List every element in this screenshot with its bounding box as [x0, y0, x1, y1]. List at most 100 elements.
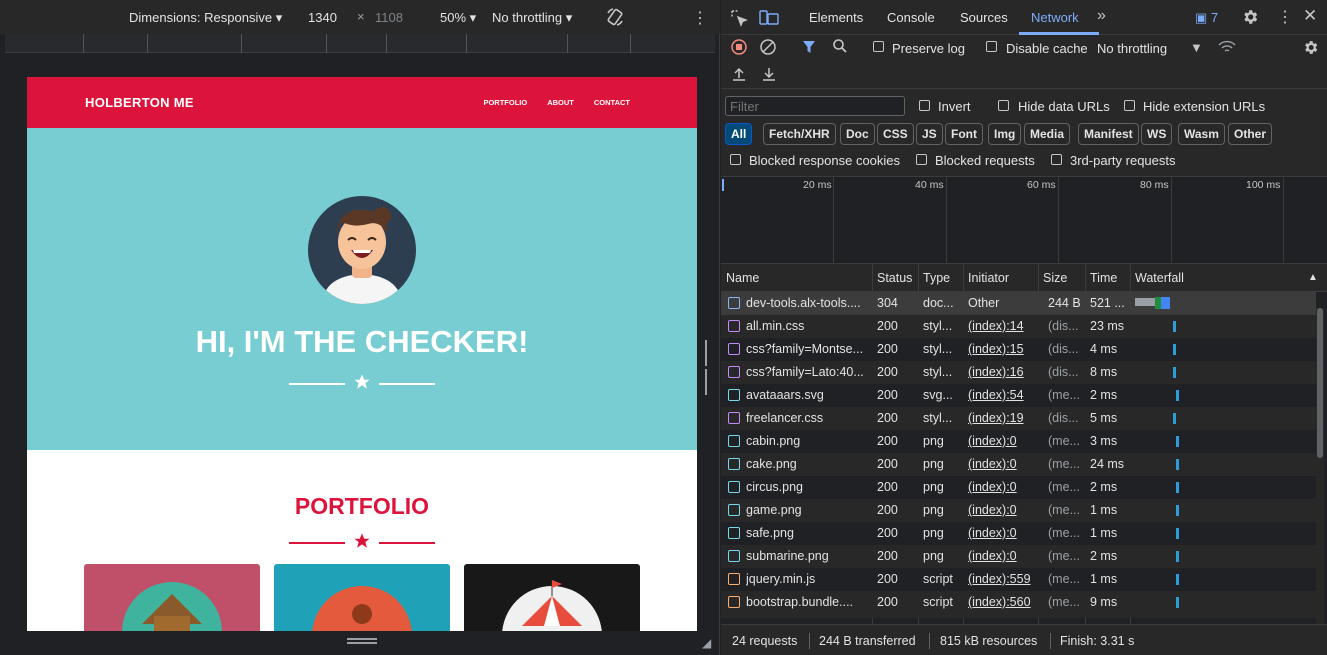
request-row[interactable]: jquery.min.js 200 script (index):559 (me... 1… — [721, 568, 1316, 591]
nav-link-portfolio[interactable]: PORTFOLIO — [483, 98, 527, 107]
column-header-name[interactable]: Name — [726, 271, 759, 285]
network-settings-icon[interactable] — [1302, 39, 1319, 59]
request-row[interactable]: cabin.png 200 png (index):0 (me... 3 ms — [721, 430, 1316, 453]
request-initiator[interactable]: (index):0 — [968, 549, 1036, 563]
request-row[interactable]: circus.png 200 png (index):0 (me... 2 ms — [721, 476, 1316, 499]
clear-icon[interactable] — [760, 39, 776, 58]
network-throttling-dropdown[interactable]: No throttling — [1097, 41, 1167, 56]
filter-chip-fetch-xhr[interactable]: Fetch/XHR — [763, 123, 836, 145]
portfolio-item-circus[interactable] — [464, 564, 640, 631]
filter-chip-media[interactable]: Media — [1024, 123, 1071, 145]
request-row[interactable]: cake.png 200 png (index):0 (me... 24 ms — [721, 453, 1316, 476]
tab-sources[interactable]: Sources — [960, 10, 1008, 25]
request-initiator[interactable]: (index):560 — [968, 595, 1036, 609]
filter-icon[interactable] — [802, 39, 816, 58]
preserve-log-checkbox[interactable] — [873, 41, 884, 52]
column-header-type[interactable]: Type — [923, 271, 950, 285]
more-options-icon[interactable]: ⋮ — [692, 8, 708, 28]
nav-link-about[interactable]: ABOUT — [547, 98, 574, 107]
width-input[interactable]: 1340 — [308, 10, 337, 25]
tab-console[interactable]: Console — [887, 10, 935, 25]
more-tabs-icon[interactable]: » — [1097, 7, 1106, 25]
table-scrollbar[interactable] — [1316, 308, 1324, 624]
request-row[interactable]: dev-tools.alx-tools.... 304 doc... Other 244… — [721, 292, 1316, 315]
record-stop-icon[interactable] — [731, 39, 747, 58]
request-row[interactable]: safe.png 200 png (index):0 (me... 1 ms — [721, 522, 1316, 545]
request-initiator[interactable]: (index):15 — [968, 342, 1036, 356]
request-initiator[interactable]: (index):14 — [968, 319, 1036, 333]
filter-chip-font[interactable]: Font — [945, 123, 983, 145]
filter-chip-other[interactable]: Other — [1228, 123, 1273, 145]
close-icon[interactable]: ✕ — [1303, 6, 1317, 26]
caret-down-icon[interactable]: ▼ — [1190, 40, 1203, 55]
filter-input[interactable] — [725, 96, 905, 116]
filter-chip-doc[interactable]: Doc — [840, 123, 875, 145]
blocked-requests-checkbox[interactable] — [916, 154, 927, 165]
request-row[interactable]: all.min.css 200 styl... (index):14 (dis... 23… — [721, 315, 1316, 338]
disable-cache-checkbox[interactable] — [986, 41, 997, 52]
filter-chip-all[interactable]: All — [725, 123, 753, 145]
zoom-dropdown[interactable]: 50% ▾ — [440, 10, 476, 26]
request-initiator[interactable]: (index):0 — [968, 526, 1036, 540]
request-status: 200 — [877, 480, 898, 494]
rotate-icon[interactable] — [605, 7, 625, 30]
blocked-response-cookies-checkbox[interactable] — [730, 154, 741, 165]
device-toggle-icon[interactable] — [759, 9, 779, 30]
network-overview-timeline[interactable]: 20 ms 40 ms 60 ms 80 ms 100 ms — [721, 177, 1327, 264]
devtools-menu-icon[interactable]: ⋮ — [1277, 7, 1293, 27]
request-row[interactable]: bootstrap.bundle.... 200 script (index):560… — [721, 591, 1316, 614]
request-initiator[interactable]: (index):0 — [968, 503, 1036, 517]
request-initiator[interactable]: (index):54 — [968, 388, 1036, 402]
network-conditions-icon[interactable] — [1217, 39, 1237, 58]
column-header-status[interactable]: Status — [877, 271, 912, 285]
request-row[interactable]: game.png 200 png (index):0 (me... 1 ms — [721, 499, 1316, 522]
throttling-dropdown[interactable]: No throttling ▾ — [492, 10, 572, 26]
site-brand[interactable]: HOLBERTON ME — [85, 95, 194, 110]
issues-button[interactable]: ▣ 7 — [1195, 10, 1218, 26]
resize-handle-right[interactable] — [705, 340, 711, 395]
request-initiator[interactable]: (index):0 — [968, 480, 1036, 494]
import-har-icon[interactable] — [731, 66, 747, 85]
hide-data-urls-checkbox[interactable] — [998, 100, 1009, 111]
request-row[interactable]: css?family=Montse... 200 styl... (index):15… — [721, 338, 1316, 361]
filter-chip-css[interactable]: CSS — [877, 123, 914, 145]
filter-chip-img[interactable]: Img — [988, 123, 1022, 145]
portfolio-item-cabin[interactable] — [84, 564, 260, 631]
inspect-element-icon[interactable] — [730, 9, 748, 30]
filter-chip-js[interactable]: JS — [916, 123, 943, 145]
request-initiator[interactable]: (index):559 — [968, 572, 1036, 586]
nav-link-contact[interactable]: CONTACT — [594, 98, 630, 107]
request-row[interactable]: freelancer.css 200 styl... (index):19 (dis..… — [721, 407, 1316, 430]
request-type: styl... — [923, 342, 953, 356]
request-initiator[interactable]: (index):19 — [968, 411, 1036, 425]
settings-icon[interactable] — [1241, 8, 1259, 29]
invert-checkbox[interactable] — [919, 100, 930, 111]
column-header-size[interactable]: Size — [1043, 271, 1067, 285]
column-header-time[interactable]: Time — [1090, 271, 1117, 285]
request-initiator[interactable]: (index):16 — [968, 365, 1036, 379]
column-header-waterfall[interactable]: Waterfall — [1135, 271, 1184, 285]
dimensions-dropdown[interactable]: Dimensions: Responsive ▾ — [129, 10, 282, 26]
request-row[interactable] — [721, 614, 1316, 618]
resize-corner-icon[interactable]: ◢ — [702, 636, 711, 650]
hide-extension-urls-checkbox[interactable] — [1124, 100, 1135, 111]
resize-handle-bottom[interactable] — [347, 636, 377, 648]
request-initiator[interactable]: (index):0 — [968, 434, 1036, 448]
request-row[interactable]: css?family=Lato:40... 200 styl... (index):1… — [721, 361, 1316, 384]
third-party-requests-checkbox[interactable] — [1051, 154, 1062, 165]
sort-ascending-icon[interactable]: ▲ — [1308, 272, 1318, 283]
column-header-initiator[interactable]: Initiator — [968, 271, 1009, 285]
request-initiator[interactable]: (index):0 — [968, 457, 1036, 471]
search-icon[interactable] — [832, 38, 848, 57]
image-icon — [728, 389, 740, 401]
request-row[interactable]: submarine.png 200 png (index):0 (me... 2 ms — [721, 545, 1316, 568]
portfolio-item-cake[interactable] — [274, 564, 450, 631]
tab-network[interactable]: Network — [1031, 10, 1079, 25]
filter-chip-manifest[interactable]: Manifest — [1078, 123, 1139, 145]
height-input[interactable]: 1108 — [375, 10, 403, 25]
filter-chip-wasm[interactable]: Wasm — [1178, 123, 1225, 145]
export-har-icon[interactable] — [761, 66, 777, 85]
tab-elements[interactable]: Elements — [809, 10, 863, 25]
request-row[interactable]: avataaars.svg 200 svg... (index):54 (me... 2 … — [721, 384, 1316, 407]
filter-chip-ws[interactable]: WS — [1141, 123, 1173, 145]
